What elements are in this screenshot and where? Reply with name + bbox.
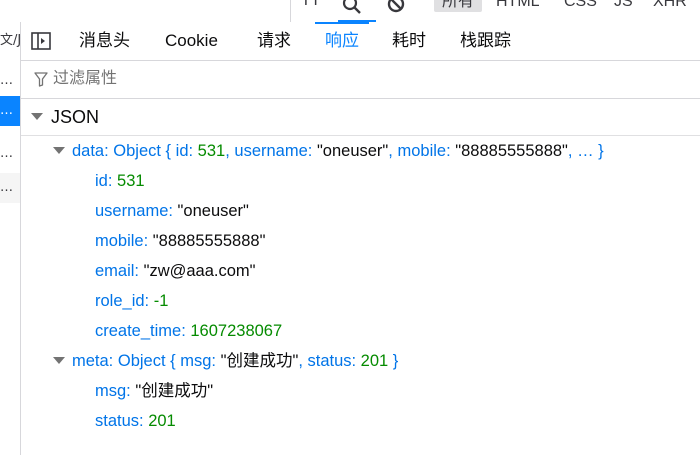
filter-html-button[interactable]: HTML [488,0,548,12]
tree-row[interactable]: mobile: "88885555888" [95,226,265,256]
property-key: create_time: [95,322,186,340]
property-key: id: [95,172,113,190]
property-value: "oneuser" [172,202,249,220]
summary-token: , … } [567,142,604,160]
summary-token: "oneuser" [312,142,389,160]
tab-stack-trace[interactable]: 栈跟踪 [460,22,511,60]
tab-cookies[interactable]: Cookie [165,22,218,60]
tree-row[interactable]: role_id: -1 [95,286,168,316]
request-list: 文/J … … … … [0,22,21,455]
filter-toolbar: TT 所有 HTML CSS JS XHR [0,0,700,22]
json-section-label: JSON [51,107,100,127]
node-key: meta: [72,352,114,370]
property-value: "创建成功" [130,382,214,400]
tree-row[interactable]: username: "oneuser" [95,196,249,226]
search-icon[interactable] [340,0,364,18]
json-section-header[interactable]: JSON [21,99,700,136]
list-item[interactable]: … [0,66,20,96]
filter-xhr-button[interactable]: XHR [645,0,695,12]
summary-token: mobile: [397,142,451,160]
block-icon[interactable] [384,0,408,18]
tab-timings[interactable]: 耗时 [392,22,426,60]
property-key: msg: [95,382,131,400]
summary-token: Object { [113,352,181,370]
tree-row[interactable]: id: 531 [95,166,145,196]
tree-row[interactable]: msg: "创建成功" [95,376,213,406]
filter-properties-bar [21,61,700,99]
property-value: 1607238067 [185,322,283,340]
filter-icon [34,72,48,87]
property-value: 531 [112,172,145,190]
filter-js-button[interactable]: JS [606,0,641,12]
property-value: "zw@aaa.com" [139,262,256,280]
filter-css-button[interactable]: CSS [556,0,605,12]
node-key: data: [72,142,109,160]
list-item[interactable]: … [0,139,20,169]
summary-token: 201 [356,352,389,370]
toggle-sidebar-icon[interactable] [31,32,51,50]
list-item-selected[interactable]: … [0,96,20,126]
tree-row[interactable]: status: 201 [95,406,176,436]
expand-arrow-icon[interactable] [53,147,65,155]
summary-token: 531 [193,142,226,160]
summary-token: id: [175,142,194,160]
tab-response[interactable]: 响应 [315,22,369,60]
property-key: mobile: [95,232,149,250]
font-toggle-button[interactable]: TT [301,0,321,10]
property-key: username: [95,202,173,220]
filter-all-button[interactable]: 所有 [434,0,483,12]
summary-token: msg: [180,352,216,370]
tree-row[interactable]: email: "zw@aaa.com" [95,256,256,286]
request-list-header[interactable]: 文/J [0,26,20,56]
summary-token: , [225,142,235,160]
summary-token: username: [234,142,313,160]
details-tab-bar: 消息头 Cookie 请求 响应 耗时 栈跟踪 [21,22,700,61]
property-key: role_id: [95,292,150,310]
summary-token: Object { [108,142,176,160]
property-value: "88885555888" [148,232,266,250]
collapse-arrow-icon[interactable] [31,113,43,120]
property-value: 201 [143,412,176,430]
property-key: email: [95,262,140,280]
summary-token: "创建成功" [216,352,299,370]
list-item[interactable]: … [0,173,20,203]
tree-node-data[interactable]: data: Object { id: 531, username: "oneus… [53,136,604,166]
property-key: status: [95,412,144,430]
object-summary: Object { msg: "创建成功", status: 201 } [113,352,398,370]
tree-row[interactable]: create_time: 1607238067 [95,316,282,346]
filter-properties-input[interactable] [53,66,353,92]
tab-request[interactable]: 请求 [257,22,291,60]
property-value: -1 [149,292,169,310]
summary-token: status: [307,352,357,370]
tab-headers[interactable]: 消息头 [79,22,130,60]
tree-node-meta[interactable]: meta: Object { msg: "创建成功", status: 201 … [53,346,398,376]
object-summary: Object { id: 531, username: "oneuser", m… [108,142,604,160]
summary-token: } [388,352,399,370]
toolbar-divider [290,0,291,22]
summary-token: "88885555888" [450,142,568,160]
expand-arrow-icon[interactable] [53,357,65,365]
